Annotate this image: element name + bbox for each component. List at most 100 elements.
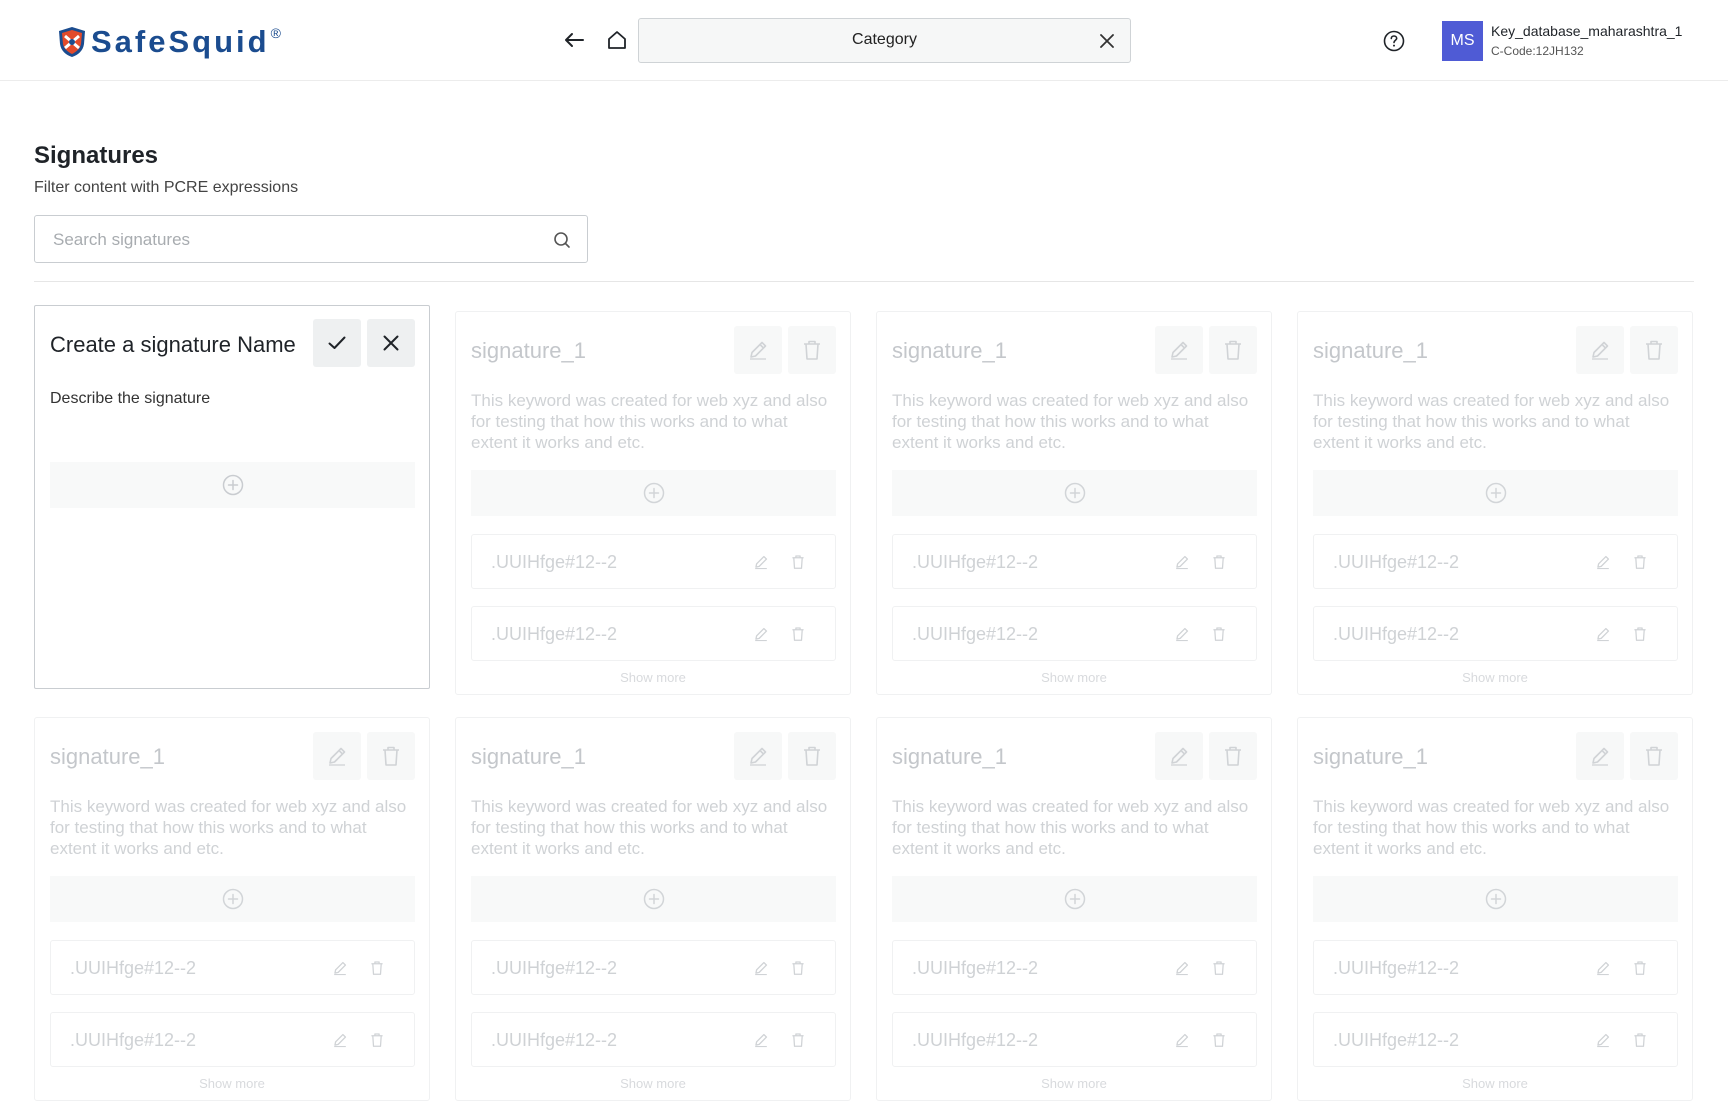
check-icon <box>328 336 346 349</box>
delete-signature-button[interactable] <box>1630 326 1678 374</box>
delete-expression-button[interactable] <box>1627 621 1653 647</box>
show-more-link[interactable]: Show more <box>35 1076 429 1091</box>
home-button[interactable] <box>601 26 633 54</box>
edit-signature-button[interactable] <box>1155 326 1203 374</box>
signature-title: signature_1 <box>892 744 1007 769</box>
user-name: Key_database_maharashtra_1 <box>1491 23 1683 39</box>
delete-expression-button[interactable] <box>1206 955 1232 981</box>
add-expression-button[interactable] <box>50 876 415 922</box>
expression-row: .UUIHfge#12--2 <box>1313 940 1678 995</box>
signature-description: This keyword was created for web xyz and… <box>892 391 1249 452</box>
trash-icon <box>371 1033 383 1047</box>
delete-expression-button[interactable] <box>1206 621 1232 647</box>
delete-expression-button[interactable] <box>364 955 390 981</box>
edit-signature-button[interactable] <box>313 732 361 780</box>
edit-signature-button[interactable] <box>1155 732 1203 780</box>
trash-icon <box>792 555 804 569</box>
trash-icon <box>804 340 820 360</box>
delete-signature-button[interactable] <box>1209 326 1257 374</box>
show-more-link[interactable]: Show more <box>1298 670 1692 685</box>
edit-expression-button[interactable] <box>748 549 774 575</box>
search-icon[interactable] <box>553 231 571 249</box>
pencil-icon <box>755 627 768 642</box>
expression-row: .UUIHfge#12--2 <box>1313 606 1678 661</box>
plus-circle-icon <box>1064 888 1085 910</box>
delete-expression-button[interactable] <box>785 549 811 575</box>
delete-expression-button[interactable] <box>785 1027 811 1053</box>
edit-signature-button[interactable] <box>1576 326 1624 374</box>
delete-expression-button[interactable] <box>1627 549 1653 575</box>
add-expression-button[interactable] <box>1313 876 1678 922</box>
logo[interactable]: SafeSquid ® <box>57 22 281 62</box>
expression-text: .UUIHfge#12--2 <box>912 958 1039 978</box>
delete-expression-button[interactable] <box>1206 1027 1232 1053</box>
help-button[interactable] <box>1380 27 1408 55</box>
add-expression-button[interactable] <box>892 470 1257 516</box>
delete-signature-button[interactable] <box>788 326 836 374</box>
close-icon <box>1100 34 1114 48</box>
delete-expression-button[interactable] <box>785 621 811 647</box>
trash-icon <box>792 627 804 641</box>
pencil-icon <box>1597 1033 1610 1048</box>
delete-signature-button[interactable] <box>788 732 836 780</box>
edit-signature-button[interactable] <box>734 326 782 374</box>
signature-title: signature_1 <box>471 744 586 769</box>
edit-expression-button[interactable] <box>748 955 774 981</box>
signature-title: signature_1 <box>892 338 1007 363</box>
plus-circle-icon <box>1064 482 1085 504</box>
show-more-link[interactable]: Show more <box>877 1076 1271 1091</box>
pencil-icon <box>329 747 346 766</box>
add-expression-button[interactable] <box>471 876 836 922</box>
add-expression-button[interactable] <box>471 470 836 516</box>
confirm-button[interactable] <box>313 319 361 367</box>
trash-icon <box>1634 1033 1646 1047</box>
expression-row: .UUIHfge#12--2 <box>471 606 836 661</box>
add-expression-button[interactable] <box>892 876 1257 922</box>
edit-expression-button[interactable] <box>327 1027 353 1053</box>
delete-expression-button[interactable] <box>1206 549 1232 575</box>
cancel-button[interactable] <box>367 319 415 367</box>
edit-expression-button[interactable] <box>1169 621 1195 647</box>
edit-signature-button[interactable] <box>734 732 782 780</box>
edit-expression-button[interactable] <box>1590 955 1616 981</box>
edit-expression-button[interactable] <box>1169 549 1195 575</box>
new-signature-name[interactable]: Create a signature Name <box>50 332 296 358</box>
edit-expression-button[interactable] <box>1169 955 1195 981</box>
pencil-icon <box>1176 961 1189 976</box>
expression-text: .UUIHfge#12--2 <box>1333 958 1460 978</box>
category-clear-button[interactable] <box>1094 28 1120 54</box>
close-icon <box>383 335 399 351</box>
show-more-link[interactable]: Show more <box>456 1076 850 1091</box>
page-subtitle: Filter content with PCRE expressions <box>34 179 299 196</box>
edit-expression-button[interactable] <box>1590 1027 1616 1053</box>
add-expression-button[interactable] <box>50 462 415 508</box>
pencil-icon <box>334 961 347 976</box>
delete-expression-button[interactable] <box>364 1027 390 1053</box>
show-more-link[interactable]: Show more <box>1298 1076 1692 1091</box>
edit-expression-button[interactable] <box>1590 549 1616 575</box>
delete-signature-button[interactable] <box>1630 732 1678 780</box>
edit-expression-button[interactable] <box>748 1027 774 1053</box>
pencil-icon <box>1171 341 1188 360</box>
delete-signature-button[interactable] <box>1209 732 1257 780</box>
trash-icon <box>1213 627 1225 641</box>
edit-expression-button[interactable] <box>327 955 353 981</box>
delete-expression-button[interactable] <box>1627 1027 1653 1053</box>
expression-row: .UUIHfge#12--2 <box>471 940 836 995</box>
new-signature-description[interactable]: Describe the signature <box>50 388 410 409</box>
edit-signature-button[interactable] <box>1576 732 1624 780</box>
show-more-link[interactable]: Show more <box>456 670 850 685</box>
search-input[interactable] <box>53 228 533 252</box>
edit-expression-button[interactable] <box>1590 621 1616 647</box>
back-button[interactable] <box>558 26 590 54</box>
avatar[interactable]: MS <box>1442 21 1483 61</box>
show-more-link[interactable]: Show more <box>877 670 1271 685</box>
delete-expression-button[interactable] <box>785 955 811 981</box>
delete-signature-button[interactable] <box>367 732 415 780</box>
category-selector[interactable]: Category <box>638 18 1131 63</box>
edit-expression-button[interactable] <box>1169 1027 1195 1053</box>
add-expression-button[interactable] <box>1313 470 1678 516</box>
pencil-icon <box>1597 961 1610 976</box>
edit-expression-button[interactable] <box>748 621 774 647</box>
delete-expression-button[interactable] <box>1627 955 1653 981</box>
